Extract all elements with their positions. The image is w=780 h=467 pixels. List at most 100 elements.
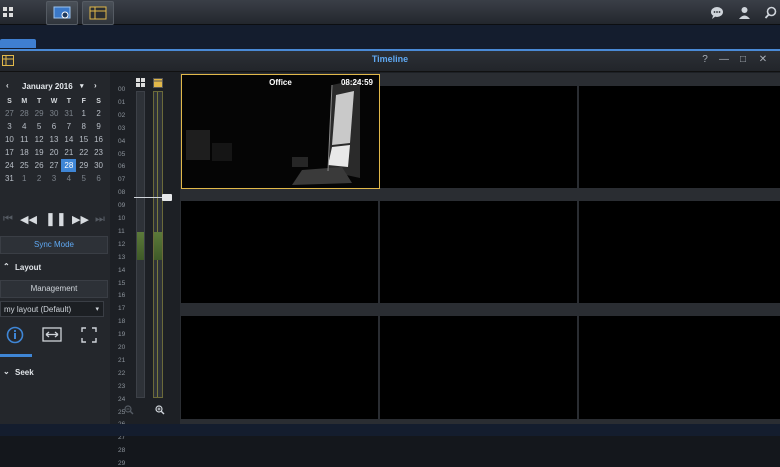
taskbar-app-surveillance[interactable] — [46, 1, 78, 25]
hour-label: 02 — [118, 111, 126, 119]
fit-width-icon[interactable] — [42, 327, 62, 342]
calendar-day[interactable]: 1 — [17, 172, 32, 185]
calendar-day[interactable]: 4 — [61, 172, 76, 185]
camera-tile-office[interactable]: Office 08:24:59 — [181, 74, 380, 189]
camera-tile-empty[interactable] — [579, 316, 780, 419]
maximize-button[interactable]: □ — [736, 54, 750, 65]
calendar-day[interactable]: 3 — [47, 172, 62, 185]
rewind-icon[interactable]: ◀◀ — [20, 213, 37, 226]
calendar-day[interactable]: 26 — [32, 159, 47, 172]
calendar-day[interactable]: 10 — [2, 133, 17, 146]
calendar-day[interactable]: 11 — [17, 133, 32, 146]
seek-section[interactable]: ⌄ Seek — [0, 365, 106, 381]
desktop-window-tab[interactable] — [0, 39, 36, 48]
calendar-day[interactable]: 31 — [61, 107, 76, 120]
weekday-header: M — [21, 98, 28, 105]
weekday-header: S — [96, 98, 101, 105]
calendar-day[interactable]: 28 — [17, 107, 32, 120]
timeline-track-1[interactable] — [136, 91, 145, 398]
zoom-in-icon[interactable] — [155, 405, 165, 415]
calendar-day[interactable]: 2 — [32, 172, 47, 185]
calendar-grid: S M T W T F S 27 28 29 30 31 1 2 3 4 5 6 7 8 9 10 11 12 13 14 15 16… — [2, 96, 106, 185]
month-year-label[interactable]: January 2016 — [22, 82, 73, 91]
calendar-day[interactable]: 25 — [17, 159, 32, 172]
calendar-day[interactable]: 3 — [2, 120, 17, 133]
camera-tile-empty[interactable] — [380, 316, 577, 419]
close-button[interactable]: ✕ — [756, 54, 770, 65]
fullscreen-icon[interactable] — [81, 327, 97, 343]
calendar-day[interactable]: 13 — [47, 133, 62, 146]
skip-forward-icon[interactable]: ⏭ — [95, 213, 105, 226]
management-button[interactable]: Management — [0, 280, 108, 298]
sync-mode-button[interactable]: Sync Mode — [0, 236, 108, 254]
hour-label: 03 — [118, 124, 126, 132]
grid-menu-icon — [3, 7, 13, 17]
calendar-day[interactable]: 6 — [47, 120, 62, 133]
timeline-window: Timeline ? — □ ✕ ‹ January 2016 ▾ › S M T W… — [0, 49, 780, 467]
calendar-day[interactable]: 28 — [61, 159, 77, 172]
calendar-day[interactable]: 8 — [76, 120, 91, 133]
layout-section[interactable]: ⌃ Layout — [0, 260, 106, 276]
calendar-day[interactable]: 12 — [32, 133, 47, 146]
calendar-day[interactable]: 1 — [76, 107, 91, 120]
calendar-day[interactable]: 21 — [61, 146, 76, 159]
weekday-header: T — [36, 98, 42, 105]
next-month-icon[interactable]: › — [94, 81, 97, 90]
info-icon[interactable] — [6, 326, 24, 344]
calendar-day[interactable]: 7 — [61, 120, 76, 133]
camera-tile-empty[interactable] — [380, 86, 577, 188]
main-menu-button[interactable] — [0, 0, 16, 24]
skip-back-icon[interactable]: ⏮ — [3, 213, 13, 226]
camera-tile-empty[interactable] — [181, 316, 378, 419]
calendar-day[interactable]: 17 — [2, 146, 17, 159]
calendar-day[interactable]: 22 — [76, 146, 91, 159]
calendar-day[interactable]: 6 — [91, 172, 106, 185]
calendar-day[interactable]: 5 — [32, 120, 47, 133]
hour-label: 05 — [118, 150, 126, 158]
hour-label: 01 — [118, 98, 126, 106]
calendar-day[interactable]: 4 — [17, 120, 32, 133]
camera-tile-empty[interactable] — [181, 201, 378, 303]
calendar-day[interactable]: 30 — [91, 159, 106, 172]
calendar-day[interactable]: 31 — [2, 172, 17, 185]
minimize-button[interactable]: — — [717, 54, 731, 65]
camera-tile-empty[interactable] — [380, 201, 577, 303]
calendar-day[interactable]: 15 — [76, 133, 91, 146]
calendar-day[interactable]: 2 — [91, 107, 106, 120]
calendar-day[interactable]: 14 — [61, 133, 76, 146]
calendar-day[interactable]: 23 — [91, 146, 106, 159]
month-dropdown-icon[interactable]: ▾ — [80, 82, 84, 90]
camera-tile-empty[interactable] — [579, 86, 780, 188]
calendar-day[interactable]: 9 — [91, 120, 106, 133]
calendar-day[interactable]: 18 — [17, 146, 32, 159]
layout-select[interactable]: my layout (Default) ▾ — [0, 301, 104, 317]
calendar-day[interactable]: 30 — [47, 107, 62, 120]
calendar-day[interactable]: 24 — [2, 159, 17, 172]
prev-month-icon[interactable]: ‹ — [6, 81, 9, 90]
grid-view-icon — [136, 78, 145, 87]
camera-tile-empty[interactable] — [579, 201, 780, 303]
calendar-day[interactable]: 5 — [76, 172, 91, 185]
hour-label: 06 — [118, 163, 126, 171]
calendar-day[interactable]: 27 — [2, 107, 17, 120]
calendar-header: ‹ January 2016 ▾ › — [0, 80, 108, 94]
pause-icon[interactable]: ❚❚ — [45, 211, 67, 227]
single-view-icon — [153, 78, 163, 88]
calendar-day[interactable]: 29 — [76, 159, 91, 172]
help-button[interactable]: ? — [698, 54, 712, 65]
calendar-day[interactable]: 29 — [32, 107, 47, 120]
chat-button[interactable] — [707, 0, 727, 24]
timeline-track-2[interactable] — [153, 91, 163, 398]
calendar-day[interactable]: 20 — [47, 146, 62, 159]
user-button[interactable] — [734, 0, 754, 24]
playhead-handle[interactable] — [162, 194, 172, 201]
zoom-out-icon[interactable] — [124, 405, 134, 415]
fast-forward-icon[interactable]: ▶▶ — [72, 213, 89, 226]
calendar-day[interactable]: 16 — [91, 133, 106, 146]
calendar-day[interactable]: 27 — [47, 159, 62, 172]
taskbar-app-timeline[interactable] — [82, 1, 114, 25]
window-titlebar[interactable]: Timeline ? — □ ✕ — [0, 51, 780, 72]
calendar-day[interactable]: 19 — [32, 146, 47, 159]
search-button[interactable] — [760, 0, 780, 24]
playback-controls: ⏮ ◀◀ ❚❚ ▶▶ ⏭ — [0, 209, 108, 231]
